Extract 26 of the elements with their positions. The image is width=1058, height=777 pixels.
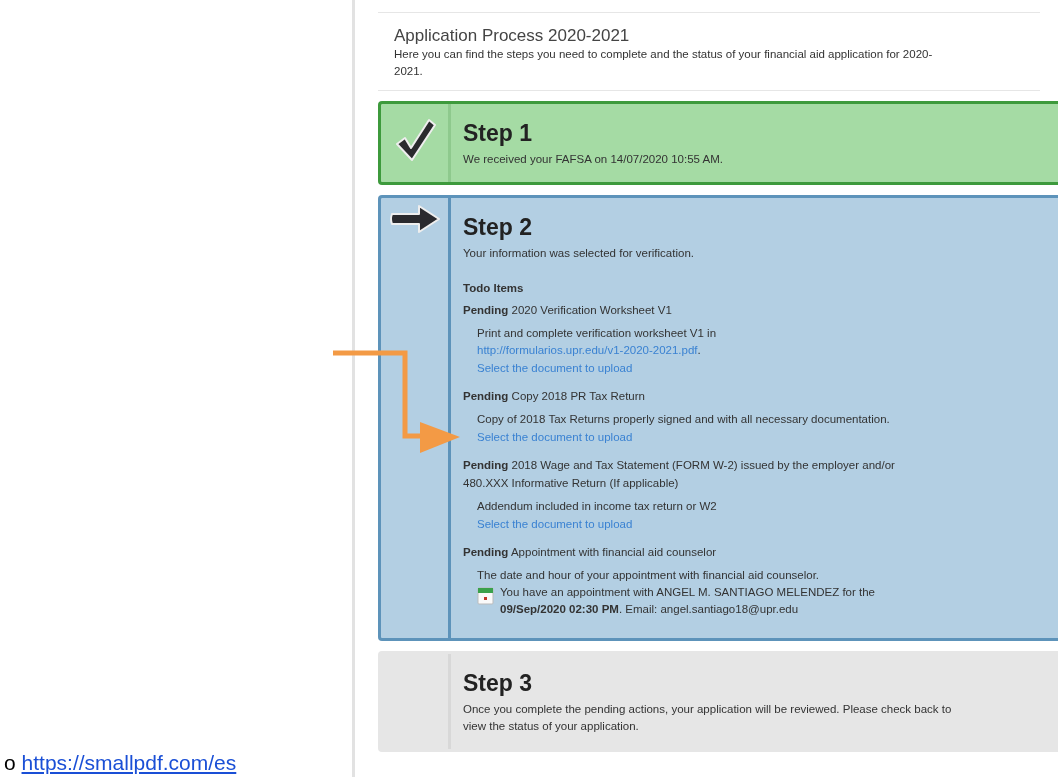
todo-item-title: Pending Copy 2018 PR Tax Return	[463, 389, 646, 404]
arrow-right-icon	[388, 204, 441, 234]
appointment-text: You have an appointment with ANGEL M. SANTIAGO MELENDEZ for the 09/Sep/2020 02:30 PM. Email: angel.santiago18@upr.edu	[500, 585, 876, 617]
todo-item-title: Pending 2020 Verification Worksheet V1	[463, 303, 673, 318]
todo-item-title: Pending Appointment with financial aid counselor	[463, 545, 718, 560]
step-text: Your information was selected for verification.	[463, 246, 695, 261]
todo-item-title: Pending 2018 Wage and Tax Statement (FORM W-2) issued by the employer and/or 480.XXX Informative Return (If applicable)	[463, 458, 896, 491]
todo-description: Copy of 2018 Tax Returns properly signed and with all necessary documentation.	[477, 412, 891, 427]
calendar-icon	[477, 586, 494, 605]
step-title: Step 1	[463, 120, 534, 147]
page-title: Application Process 2020-2021	[394, 26, 631, 46]
upload-link[interactable]: Select the document to upload	[477, 515, 937, 533]
todo-heading: Todo Items	[463, 281, 525, 296]
bullet-text: o	[4, 751, 16, 774]
todo-description: Print and complete verification worksheet V1 in http://formularios.upr.edu/v1-2020-2021.pdf.	[477, 326, 718, 358]
upload-link[interactable]: Select the document to upload	[477, 428, 937, 446]
document-link[interactable]: http://formularios.upr.edu/v1-2020-2021.pdf	[477, 344, 698, 356]
page-subtitle: Here you can find the steps you need to complete and the status of your financial aid application for 2020-2021.	[394, 47, 934, 79]
step-title: Step 3	[463, 670, 534, 697]
url-link[interactable]: https://smallpdf.com/es	[21, 751, 237, 774]
step-title: Step 2	[463, 214, 534, 241]
todo-description: Addendum included in income tax return or W2	[477, 499, 718, 514]
todo-description: The date and hour of your appointment with financial aid counselor.	[477, 568, 821, 583]
step-text: Once you complete the pending actions, your application will be reviewed. Please check back to view the status of your application.	[463, 702, 953, 734]
step-text: We received your FAFSA on 14/07/2020 10:55 AM.	[463, 152, 724, 167]
upload-link[interactable]: Select the document to upload	[477, 359, 937, 377]
